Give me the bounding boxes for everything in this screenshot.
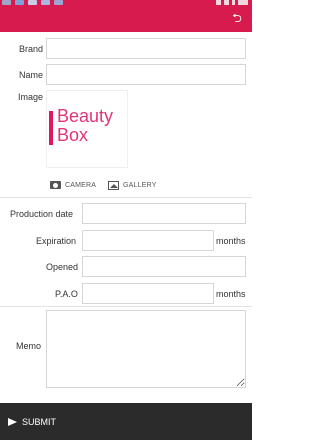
submit-button[interactable]: SUBMIT [8, 415, 56, 429]
system-icons [216, 0, 248, 5]
app-bar: ⮌ [0, 6, 252, 32]
battery-icon [232, 0, 235, 5]
submit-label: SUBMIT [22, 417, 57, 427]
send-icon [8, 418, 17, 426]
pao-label: P.A.O [55, 289, 78, 299]
brand-label: Brand [19, 44, 44, 54]
production-date-label: Production date [10, 209, 74, 219]
image-preview[interactable]: Beauty Box [46, 90, 128, 168]
name-input[interactable] [46, 64, 246, 85]
notification-icon [54, 0, 63, 5]
notification-icon [15, 0, 24, 5]
expiration-unit: months [216, 236, 246, 246]
pao-input[interactable] [82, 283, 214, 304]
opened-input[interactable] [82, 256, 246, 277]
wifi-icon [216, 0, 221, 5]
logo-accent-bar [49, 111, 53, 145]
image-label: Image [18, 92, 44, 102]
clock-text [238, 0, 248, 5]
pao-unit: months [216, 289, 246, 299]
notification-icon [2, 0, 11, 5]
back-arrow-icon: ⮌ [232, 10, 242, 25]
notification-icon [41, 0, 50, 5]
bottom-action-bar: SUBMIT [0, 403, 252, 440]
camera-icon [50, 181, 61, 189]
divider [0, 197, 252, 198]
production-date-input[interactable] [82, 203, 246, 224]
notification-icon [28, 0, 37, 5]
gallery-button[interactable]: GALLERY [108, 178, 157, 192]
expiration-label: Expiration [36, 236, 77, 246]
camera-button[interactable]: CAMERA [50, 178, 96, 192]
memo-label: Memo [16, 341, 42, 351]
name-label: Name [19, 70, 44, 80]
expiration-input[interactable] [82, 230, 214, 251]
back-button[interactable]: ⮌ [228, 10, 246, 28]
memo-textarea[interactable] [46, 310, 246, 388]
logo-text: Beauty Box [57, 106, 114, 145]
signal-icon [224, 0, 229, 5]
divider [0, 306, 252, 307]
gallery-icon [108, 180, 119, 190]
opened-label: Opened [46, 262, 79, 272]
gallery-label: GALLERY [123, 181, 157, 189]
camera-label: CAMERA [65, 181, 97, 189]
brand-input[interactable] [46, 38, 246, 59]
